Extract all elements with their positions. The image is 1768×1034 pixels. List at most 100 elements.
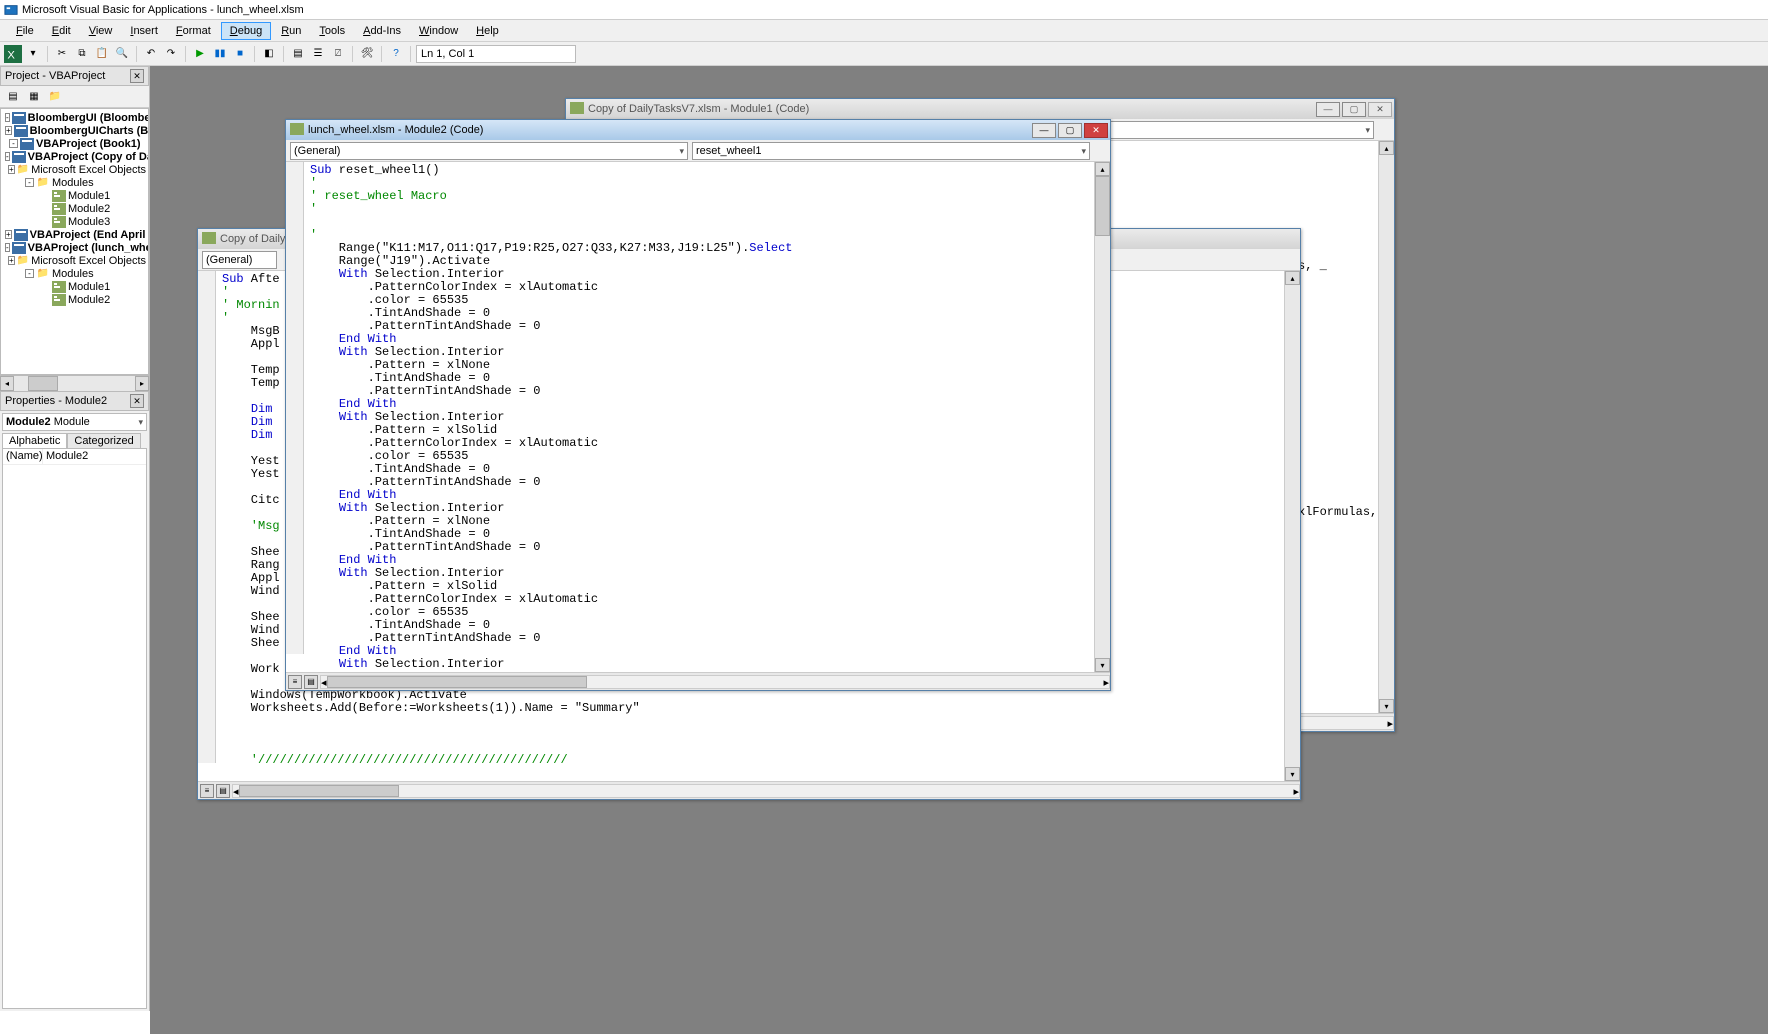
view-object-icon[interactable]: ▦	[25, 88, 43, 106]
tree-node[interactable]: +📁Microsoft Excel Objects	[1, 163, 148, 176]
vscrollbar[interactable]: ▴ ▾	[1094, 162, 1110, 672]
menu-window[interactable]: Window	[411, 23, 466, 39]
hscrollbar[interactable]: ◂ ▸	[232, 784, 1300, 798]
redo-icon[interactable]: ↷	[162, 45, 180, 63]
tree-node[interactable]: Module3	[1, 215, 148, 228]
menu-file[interactable]: File	[8, 23, 42, 39]
collapse-icon[interactable]: -	[5, 152, 10, 161]
menu-view[interactable]: View	[81, 23, 121, 39]
object-browser-icon[interactable]: ⍁	[329, 45, 347, 63]
expand-icon[interactable]: +	[5, 126, 12, 135]
scroll-right-icon[interactable]: ▸	[1387, 717, 1393, 729]
window-titlebar[interactable]: Copy of DailyTasksV7.xlsm - Module1 (Cod…	[566, 99, 1394, 119]
project-explorer-icon[interactable]: ▤	[289, 45, 307, 63]
scroll-right-icon[interactable]: ▸	[135, 376, 149, 391]
find-icon[interactable]: 🔍	[113, 45, 131, 63]
cut-icon[interactable]: ✂	[53, 45, 71, 63]
tree-node[interactable]: -📁Modules	[1, 176, 148, 189]
tab-alphabetic[interactable]: Alphabetic	[2, 433, 67, 448]
tree-node[interactable]: +📁Microsoft Excel Objects	[1, 254, 148, 267]
close-icon[interactable]: ✕	[130, 394, 144, 408]
tree-node[interactable]: Module1	[1, 280, 148, 293]
close-icon[interactable]: ✕	[130, 69, 144, 83]
menu-run[interactable]: Run	[273, 23, 309, 39]
procedure-view-icon[interactable]: ≡	[200, 784, 214, 798]
procedure-view-icon[interactable]: ≡	[288, 675, 302, 689]
tree-node[interactable]: Module2	[1, 293, 148, 306]
copy-icon[interactable]: ⧉	[73, 45, 91, 63]
minimize-button[interactable]: —	[1316, 102, 1340, 117]
tree-node[interactable]: +BloombergUICharts (Blo	[1, 124, 148, 137]
toolbox-icon[interactable]: 🛠	[358, 45, 376, 63]
collapse-icon[interactable]: -	[5, 113, 10, 122]
full-module-view-icon[interactable]: ▤	[304, 675, 318, 689]
scroll-down-icon[interactable]: ▾	[1379, 699, 1394, 713]
scroll-thumb[interactable]	[327, 676, 587, 688]
undo-icon[interactable]: ↶	[142, 45, 160, 63]
scroll-up-icon[interactable]: ▴	[1095, 162, 1110, 176]
scroll-thumb[interactable]	[239, 785, 399, 797]
project-hscrollbar[interactable]: ◂ ▸	[0, 375, 149, 391]
property-value[interactable]: Module2	[43, 449, 91, 464]
menu-tools[interactable]: Tools	[311, 23, 353, 39]
collapse-icon[interactable]: -	[9, 139, 18, 148]
break-icon[interactable]: ▮▮	[211, 45, 229, 63]
window-titlebar[interactable]: lunch_wheel.xlsm - Module2 (Code) — ▢ ✕	[286, 120, 1110, 140]
toggle-folders-icon[interactable]: 📁	[46, 88, 64, 106]
property-row[interactable]: (Name) Module2	[3, 449, 146, 465]
full-module-view-icon[interactable]: ▤	[216, 784, 230, 798]
menu-insert[interactable]: Insert	[122, 23, 166, 39]
menu-format[interactable]: Format	[168, 23, 219, 39]
tree-node[interactable]: -VBAProject (Book1)	[1, 137, 148, 150]
tree-node[interactable]: -BloombergUI (Bloomberg	[1, 111, 148, 124]
object-selector[interactable]: (General) ▾	[290, 142, 688, 160]
scroll-thumb[interactable]	[1095, 176, 1110, 236]
close-button[interactable]: ✕	[1084, 123, 1108, 138]
menu-addins[interactable]: Add-Ins	[355, 23, 409, 39]
menu-debug[interactable]: Debug	[221, 22, 271, 40]
code-text[interactable]: Sub reset_wheel1() ' ' reset_wheel Macro…	[304, 162, 1092, 672]
code-window-lunch-wheel-module2[interactable]: lunch_wheel.xlsm - Module2 (Code) — ▢ ✕ …	[285, 119, 1111, 691]
scroll-up-icon[interactable]: ▴	[1285, 271, 1300, 285]
design-mode-icon[interactable]: ◧	[260, 45, 278, 63]
object-selector[interactable]: (General)	[202, 251, 277, 269]
menu-edit[interactable]: Edit	[44, 23, 79, 39]
excel-icon[interactable]: X	[4, 45, 22, 63]
scroll-thumb[interactable]	[28, 376, 58, 391]
scroll-up-icon[interactable]: ▴	[1379, 141, 1394, 155]
tree-node[interactable]: -📁Modules	[1, 267, 148, 280]
collapse-icon[interactable]: -	[25, 269, 34, 278]
reset-icon[interactable]: ■	[231, 45, 249, 63]
project-tree[interactable]: -BloombergUI (Bloomberg+BloombergUIChart…	[0, 108, 149, 375]
scroll-down-icon[interactable]: ▾	[1285, 767, 1300, 781]
menu-help[interactable]: Help	[468, 23, 507, 39]
expand-icon[interactable]: +	[8, 165, 15, 174]
vscrollbar[interactable]: ▴ ▾	[1284, 271, 1300, 781]
tree-node[interactable]: +VBAProject (End April 20	[1, 228, 148, 241]
vscrollbar[interactable]: ▴ ▾	[1378, 141, 1394, 713]
tree-node[interactable]: -VBAProject (Copy of Dai	[1, 150, 148, 163]
scroll-right-icon[interactable]: ▸	[1103, 676, 1109, 688]
hscrollbar[interactable]: ◂ ▸	[320, 675, 1110, 689]
scroll-left-icon[interactable]: ◂	[0, 376, 14, 391]
maximize-button[interactable]: ▢	[1058, 123, 1082, 138]
properties-object-selector[interactable]: Module2 Module ▾	[2, 413, 147, 431]
collapse-icon[interactable]: -	[5, 243, 10, 252]
scroll-down-icon[interactable]: ▾	[1095, 658, 1110, 672]
close-button[interactable]: ✕	[1368, 102, 1392, 117]
tab-categorized[interactable]: Categorized	[67, 433, 140, 448]
tree-node[interactable]: Module1	[1, 189, 148, 202]
tree-node[interactable]: Module2	[1, 202, 148, 215]
maximize-button[interactable]: ▢	[1342, 102, 1366, 117]
properties-window-icon[interactable]: ☰	[309, 45, 327, 63]
procedure-selector[interactable]: reset_wheel1 ▾	[692, 142, 1090, 160]
minimize-button[interactable]: —	[1032, 123, 1056, 138]
scroll-right-icon[interactable]: ▸	[1293, 785, 1299, 797]
properties-grid[interactable]: (Name) Module2	[2, 448, 147, 1009]
dropdown-arrow-icon[interactable]: ▾	[24, 45, 42, 63]
paste-icon[interactable]: 📋	[93, 45, 111, 63]
expand-icon[interactable]: +	[8, 256, 15, 265]
run-icon[interactable]: ▶	[191, 45, 209, 63]
help-icon[interactable]: ?	[387, 45, 405, 63]
code-editor[interactable]: Sub reset_wheel1() ' ' reset_wheel Macro…	[286, 162, 1110, 672]
